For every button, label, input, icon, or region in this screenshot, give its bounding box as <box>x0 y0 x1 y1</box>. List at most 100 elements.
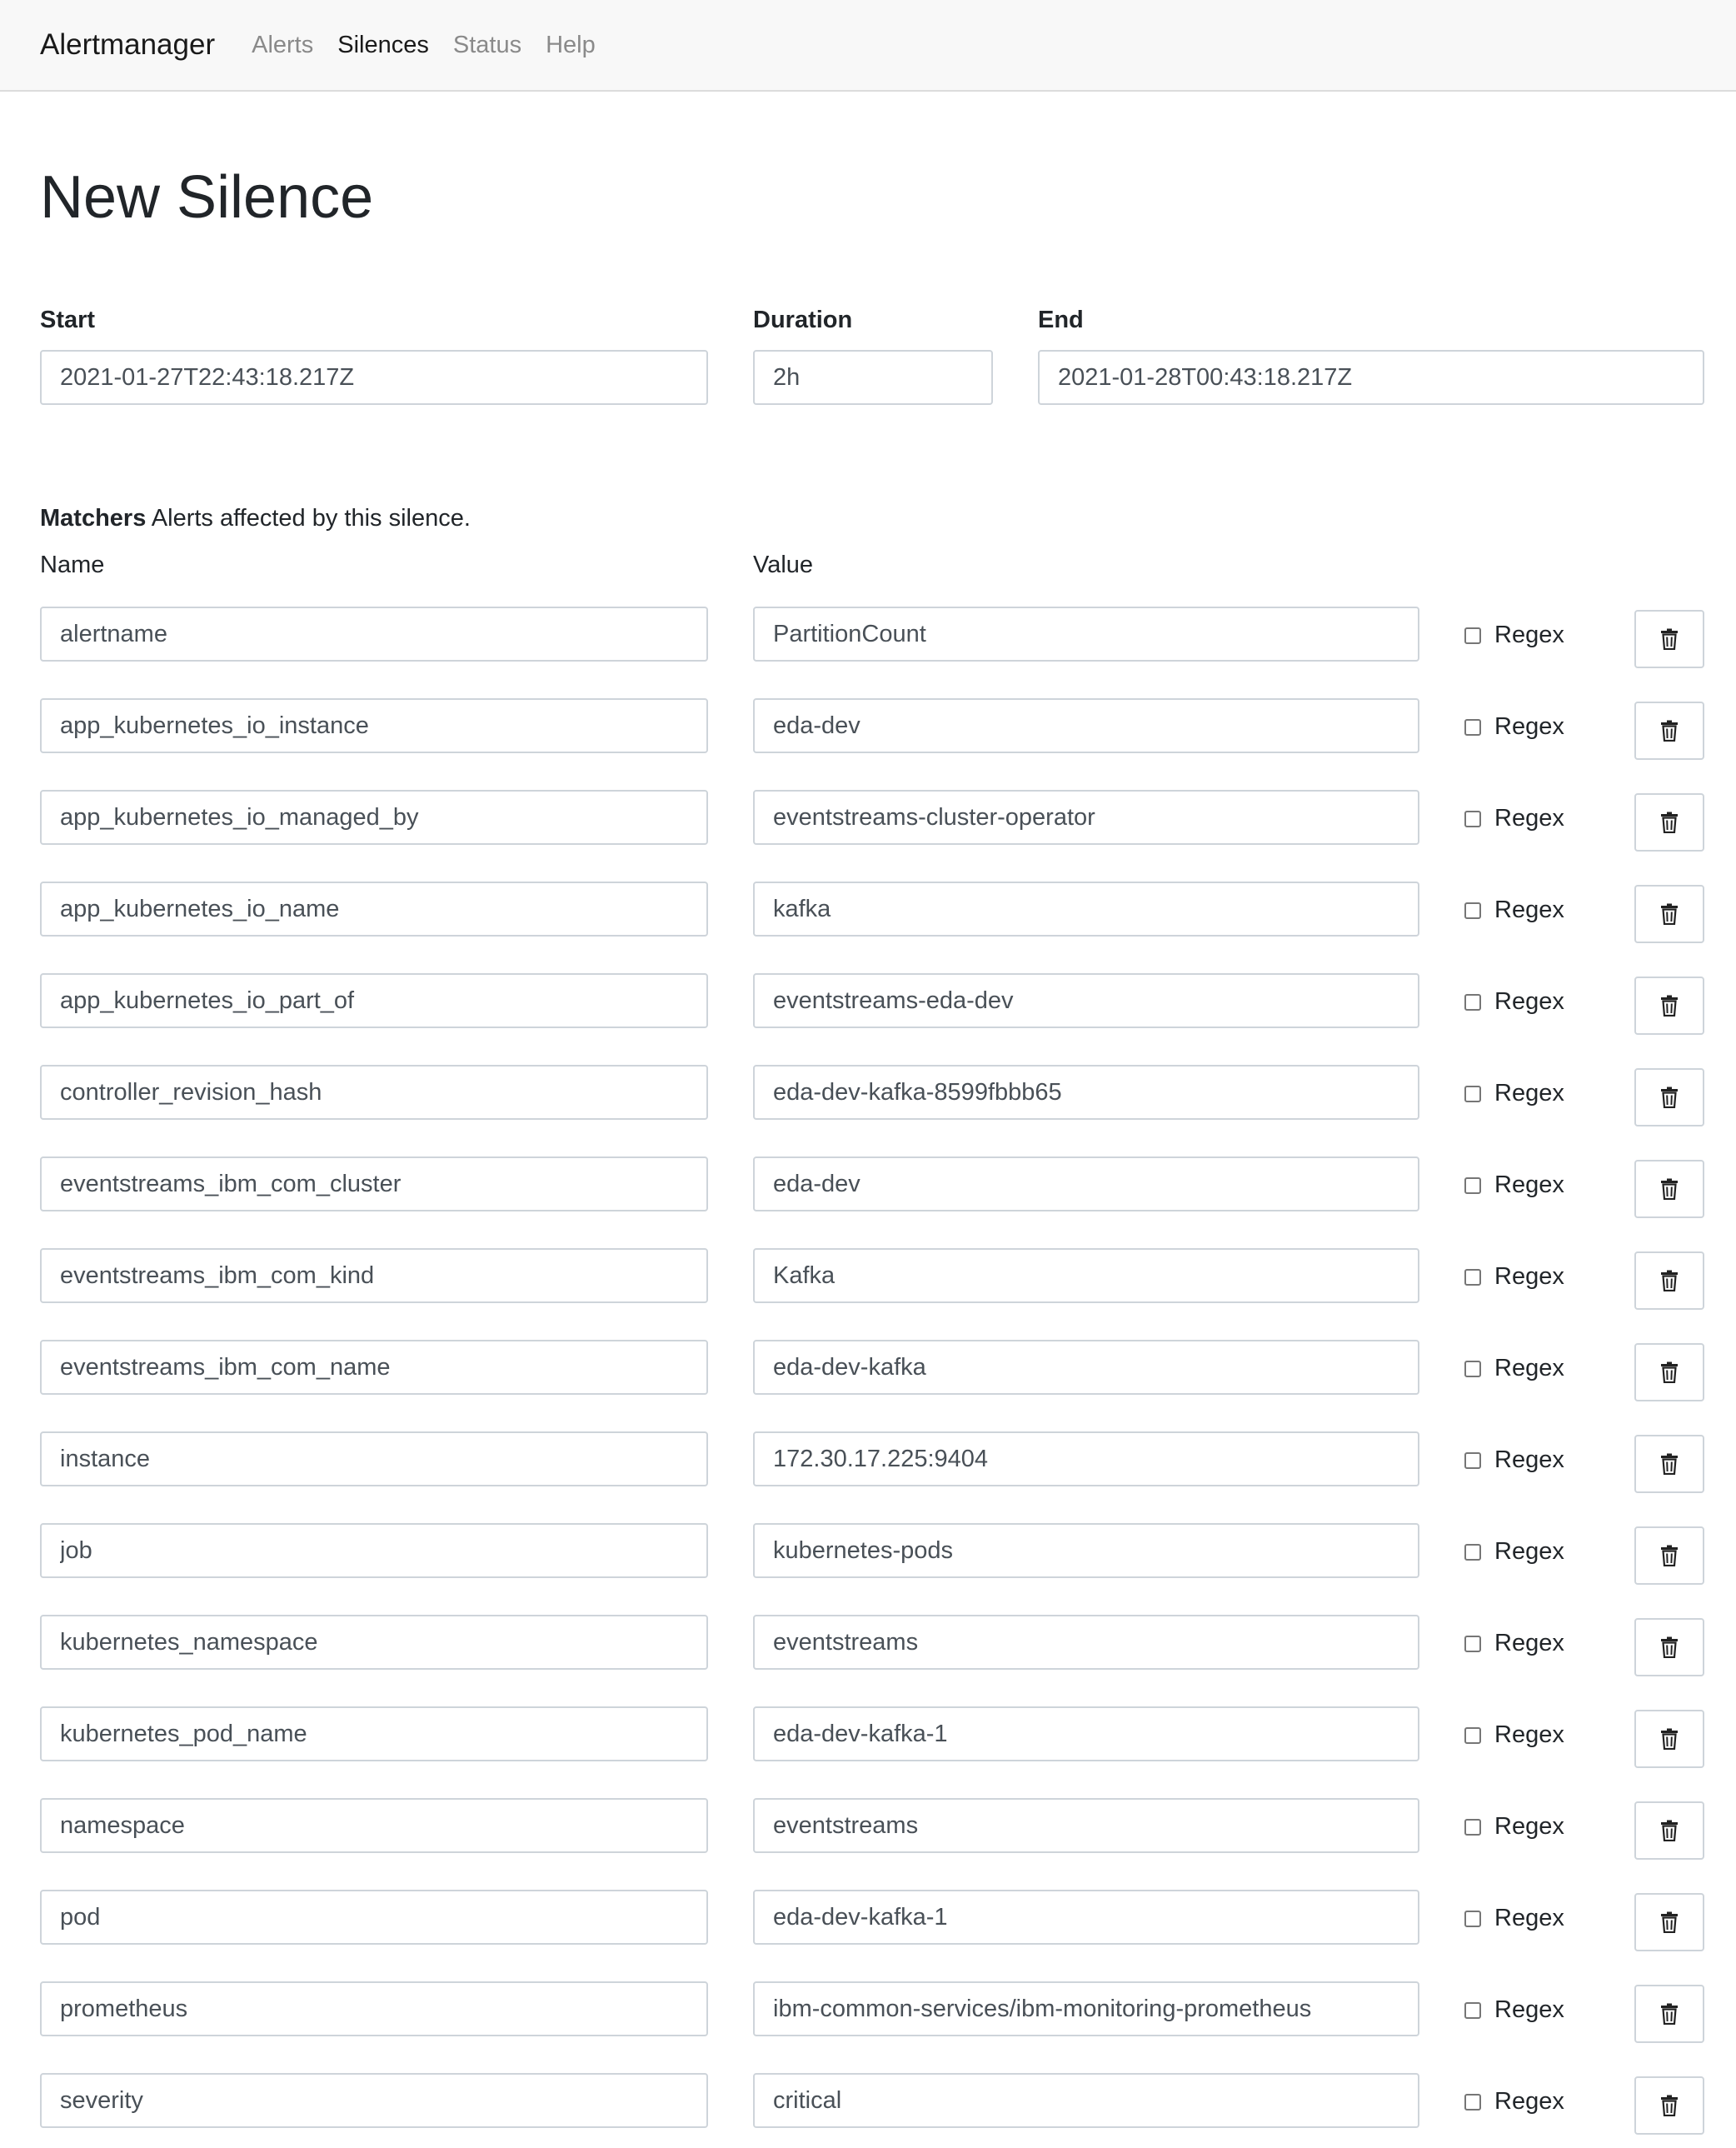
matcher-name-input[interactable] <box>40 1248 708 1303</box>
matcher-value-input[interactable] <box>753 1156 1419 1211</box>
matcher-name-input[interactable] <box>40 1981 708 2036</box>
regex-toggle[interactable]: Regex <box>1464 1355 1564 1382</box>
end-label: End <box>1038 307 1084 333</box>
matcher-name-input[interactable] <box>40 698 708 753</box>
regex-checkbox[interactable] <box>1464 718 1481 736</box>
matcher-value-input[interactable] <box>753 1340 1419 1395</box>
regex-checkbox[interactable] <box>1464 627 1481 644</box>
duration-input[interactable] <box>753 350 993 405</box>
delete-matcher-button[interactable] <box>1634 1343 1704 1401</box>
matcher-value-input[interactable] <box>753 882 1419 937</box>
delete-matcher-button[interactable] <box>1634 885 1704 943</box>
matcher-value-input[interactable] <box>753 607 1419 662</box>
delete-matcher-button[interactable] <box>1634 1985 1704 2043</box>
regex-checkbox[interactable] <box>1464 1176 1481 1194</box>
matcher-row: Regex <box>0 1706 1736 1768</box>
delete-matcher-button[interactable] <box>1634 2076 1704 2135</box>
delete-matcher-button[interactable] <box>1634 793 1704 852</box>
end-input[interactable] <box>1038 350 1704 405</box>
regex-checkbox[interactable] <box>1464 1268 1481 1286</box>
nav-link-alerts[interactable]: Alerts <box>252 32 313 59</box>
delete-matcher-button[interactable] <box>1634 1160 1704 1218</box>
start-input[interactable] <box>40 350 708 405</box>
regex-toggle[interactable]: Regex <box>1464 1263 1564 1291</box>
matcher-value-input[interactable] <box>753 1706 1419 1761</box>
regex-checkbox[interactable] <box>1464 2001 1481 2019</box>
delete-matcher-button[interactable] <box>1634 702 1704 760</box>
delete-matcher-button[interactable] <box>1634 1251 1704 1310</box>
matcher-name-input[interactable] <box>40 973 708 1028</box>
regex-toggle[interactable]: Regex <box>1464 1630 1564 1657</box>
nav-link-help[interactable]: Help <box>546 32 596 59</box>
delete-matcher-button[interactable] <box>1634 1893 1704 1951</box>
matcher-name-input[interactable] <box>40 607 708 662</box>
matcher-value-input[interactable] <box>753 698 1419 753</box>
regex-toggle[interactable]: Regex <box>1464 1905 1564 1932</box>
matcher-value-input[interactable] <box>753 1615 1419 1670</box>
matcher-name-input[interactable] <box>40 2073 708 2128</box>
matcher-name-input[interactable] <box>40 1431 708 1486</box>
delete-matcher-button[interactable] <box>1634 1435 1704 1493</box>
delete-matcher-button[interactable] <box>1634 610 1704 668</box>
matcher-name-input[interactable] <box>40 1798 708 1853</box>
regex-checkbox[interactable] <box>1464 1451 1481 1469</box>
matchers-subtitle: Alerts affected by this silence. <box>151 505 471 532</box>
regex-checkbox[interactable] <box>1464 1543 1481 1561</box>
matcher-name-input[interactable] <box>40 1523 708 1578</box>
regex-checkbox[interactable] <box>1464 1726 1481 1744</box>
regex-checkbox[interactable] <box>1464 810 1481 827</box>
matcher-value-input[interactable] <box>753 973 1419 1028</box>
regex-checkbox[interactable] <box>1464 902 1481 919</box>
delete-matcher-button[interactable] <box>1634 1526 1704 1585</box>
matcher-name-input[interactable] <box>40 790 708 845</box>
matcher-name-input[interactable] <box>40 1156 708 1211</box>
regex-checkbox[interactable] <box>1464 2093 1481 2111</box>
regex-checkbox[interactable] <box>1464 993 1481 1011</box>
delete-matcher-button[interactable] <box>1634 1068 1704 1126</box>
regex-toggle[interactable]: Regex <box>1464 897 1564 924</box>
regex-checkbox[interactable] <box>1464 1085 1481 1102</box>
regex-checkbox[interactable] <box>1464 1360 1481 1377</box>
nav-link-status[interactable]: Status <box>453 32 521 59</box>
matcher-value-input[interactable] <box>753 1523 1419 1578</box>
matcher-name-input[interactable] <box>40 1706 708 1761</box>
regex-toggle[interactable]: Regex <box>1464 1538 1564 1566</box>
regex-toggle[interactable]: Regex <box>1464 1080 1564 1107</box>
matcher-row: Regex <box>0 698 1736 760</box>
matcher-name-input[interactable] <box>40 1340 708 1395</box>
regex-toggle[interactable]: Regex <box>1464 988 1564 1016</box>
regex-toggle[interactable]: Regex <box>1464 1171 1564 1199</box>
matcher-value-input[interactable] <box>753 1431 1419 1486</box>
regex-toggle[interactable]: Regex <box>1464 622 1564 649</box>
regex-toggle[interactable]: Regex <box>1464 2088 1564 2116</box>
matcher-name-input[interactable] <box>40 1065 708 1120</box>
matcher-value-input[interactable] <box>753 1890 1419 1945</box>
matcher-name-input[interactable] <box>40 882 708 937</box>
matcher-name-input[interactable] <box>40 1615 708 1670</box>
regex-toggle[interactable]: Regex <box>1464 713 1564 741</box>
matcher-row: Regex <box>0 1890 1736 1951</box>
regex-checkbox[interactable] <box>1464 1910 1481 1927</box>
matcher-value-input[interactable] <box>753 1248 1419 1303</box>
matcher-value-input[interactable] <box>753 1065 1419 1120</box>
delete-matcher-button[interactable] <box>1634 1618 1704 1676</box>
delete-matcher-button[interactable] <box>1634 977 1704 1035</box>
delete-matcher-button[interactable] <box>1634 1801 1704 1860</box>
regex-toggle[interactable]: Regex <box>1464 1446 1564 1474</box>
matcher-value-input[interactable] <box>753 1798 1419 1853</box>
matcher-value-input[interactable] <box>753 2073 1419 2128</box>
regex-checkbox[interactable] <box>1464 1635 1481 1652</box>
regex-toggle[interactable]: Regex <box>1464 1721 1564 1749</box>
regex-toggle[interactable]: Regex <box>1464 805 1564 832</box>
matcher-value-input[interactable] <box>753 1981 1419 2036</box>
regex-toggle[interactable]: Regex <box>1464 1813 1564 1841</box>
trash-icon <box>1660 1911 1679 1933</box>
delete-matcher-button[interactable] <box>1634 1710 1704 1768</box>
brand-logo[interactable]: Alertmanager <box>40 28 215 62</box>
matcher-value-input[interactable] <box>753 790 1419 845</box>
regex-checkbox[interactable] <box>1464 1818 1481 1836</box>
regex-toggle[interactable]: Regex <box>1464 1996 1564 2024</box>
nav-link-silences[interactable]: Silences <box>337 32 429 59</box>
matcher-row: Regex <box>0 882 1736 943</box>
matcher-name-input[interactable] <box>40 1890 708 1945</box>
